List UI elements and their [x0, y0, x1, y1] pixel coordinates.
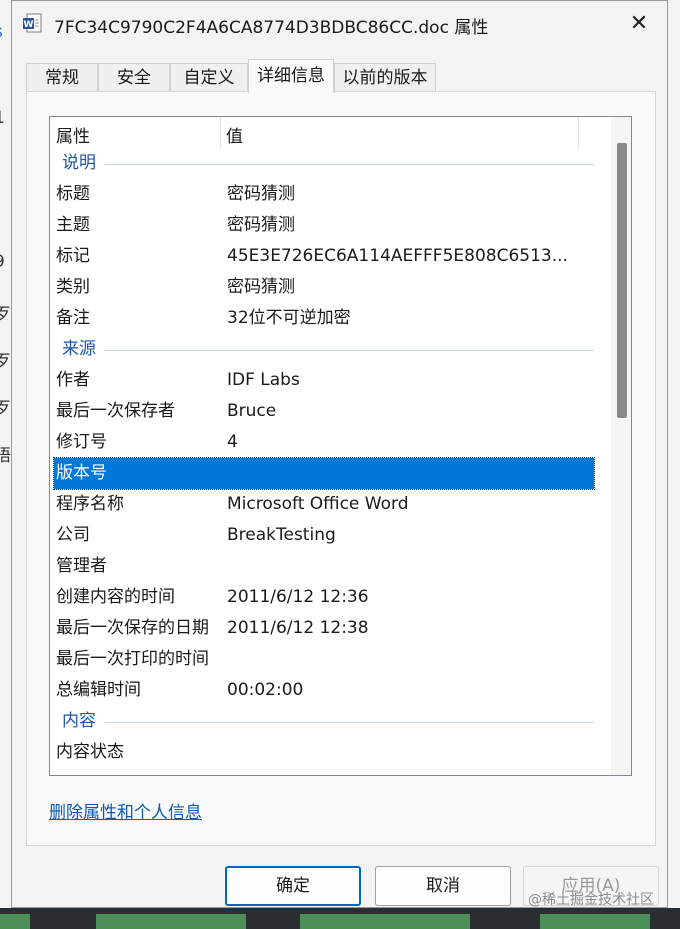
scrollbar-thumb[interactable]	[617, 143, 627, 418]
list-item[interactable]: 总编辑时间 00:02:00	[50, 675, 610, 706]
watermark: @稀土掘金技术社区	[528, 892, 654, 908]
tab-details[interactable]: 详细信息	[248, 59, 334, 93]
list-item[interactable]: 标记 45E3E726EC6A114AEFFF5E808C6513...	[50, 241, 610, 272]
list-item[interactable]: 创建内容的时间 2011/6/12 12:36	[50, 582, 610, 613]
list-rows: 说明 标题 密码猜测 主题 密码猜测 标记 45E3E726EC6A114AEFFF5…	[50, 148, 610, 768]
tab-general[interactable]: 常规	[26, 63, 98, 92]
list-item[interactable]: 最后一次保存者 Bruce	[50, 396, 610, 427]
properties-list: 属性 值 说明 标题 密码猜测 主题 密码猜测 标记 45E3E726EC6A114A…	[49, 116, 632, 776]
list-header: 属性 值	[50, 117, 631, 149]
close-icon: ✕	[629, 11, 649, 36]
list-item[interactable]: 修订号 4	[50, 427, 610, 458]
background-taskbar	[0, 908, 680, 929]
group-content: 内容	[50, 706, 610, 737]
window-title: 7FC34C9790C2F4A6CA8774D3BDBC86CC.doc 属性	[54, 18, 489, 38]
background-fragment: 9	[0, 252, 5, 272]
list-item[interactable]: 最后一次保存的日期 2011/6/12 12:38	[50, 613, 610, 644]
list-item[interactable]: 管理者	[50, 551, 610, 582]
background-fragment: 歹	[0, 352, 11, 372]
ok-button[interactable]: 确定	[225, 866, 361, 906]
group-origin: 来源	[50, 334, 610, 365]
column-header-value[interactable]: 值	[226, 122, 243, 147]
background-fragment: s	[0, 22, 3, 42]
background-window-right	[668, 0, 680, 929]
list-item[interactable]: 标题 密码猜测	[50, 179, 610, 210]
list-item[interactable]: 内容状态	[50, 737, 610, 768]
list-item[interactable]: 最后一次打印的时间	[50, 644, 610, 675]
tab-security[interactable]: 安全	[98, 63, 170, 92]
vertical-scrollbar[interactable]	[611, 117, 631, 775]
close-button[interactable]: ✕	[619, 7, 659, 41]
properties-dialog: W 7FC34C9790C2F4A6CA8774D3BDBC86CC.doc 属…	[11, 0, 668, 908]
list-item[interactable]: 公司 BreakTesting	[50, 520, 610, 551]
title-bar: W 7FC34C9790C2F4A6CA8774D3BDBC86CC.doc 属…	[12, 1, 667, 47]
list-item[interactable]: 备注 32位不可逆加密	[50, 303, 610, 334]
list-item-selected[interactable]: 版本号	[53, 457, 595, 490]
list-item[interactable]: 类别 密码猜测	[50, 272, 610, 303]
group-description: 说明	[50, 148, 610, 179]
remove-properties-link[interactable]: 删除属性和个人信息	[49, 798, 202, 823]
details-panel: 属性 值 说明 标题 密码猜测 主题 密码猜测 标记 45E3E726EC6A114A…	[26, 91, 656, 846]
word-document-icon: W	[22, 13, 42, 33]
list-item[interactable]: 作者 IDF Labs	[50, 365, 610, 396]
column-header-property[interactable]: 属性	[56, 122, 90, 147]
background-fragment: 晤	[0, 446, 11, 466]
background-fragment: 歹	[0, 305, 11, 325]
tab-previous-versions[interactable]: 以前的版本	[334, 63, 436, 92]
background-fragment: 1	[0, 108, 5, 128]
cancel-button[interactable]: 取消	[375, 866, 511, 906]
svg-text:W: W	[24, 20, 34, 30]
list-item[interactable]: 程序名称 Microsoft Office Word	[50, 489, 610, 520]
tab-custom[interactable]: 自定义	[170, 63, 248, 92]
background-fragment: 歹	[0, 399, 11, 419]
list-item[interactable]: 主题 密码猜测	[50, 210, 610, 241]
